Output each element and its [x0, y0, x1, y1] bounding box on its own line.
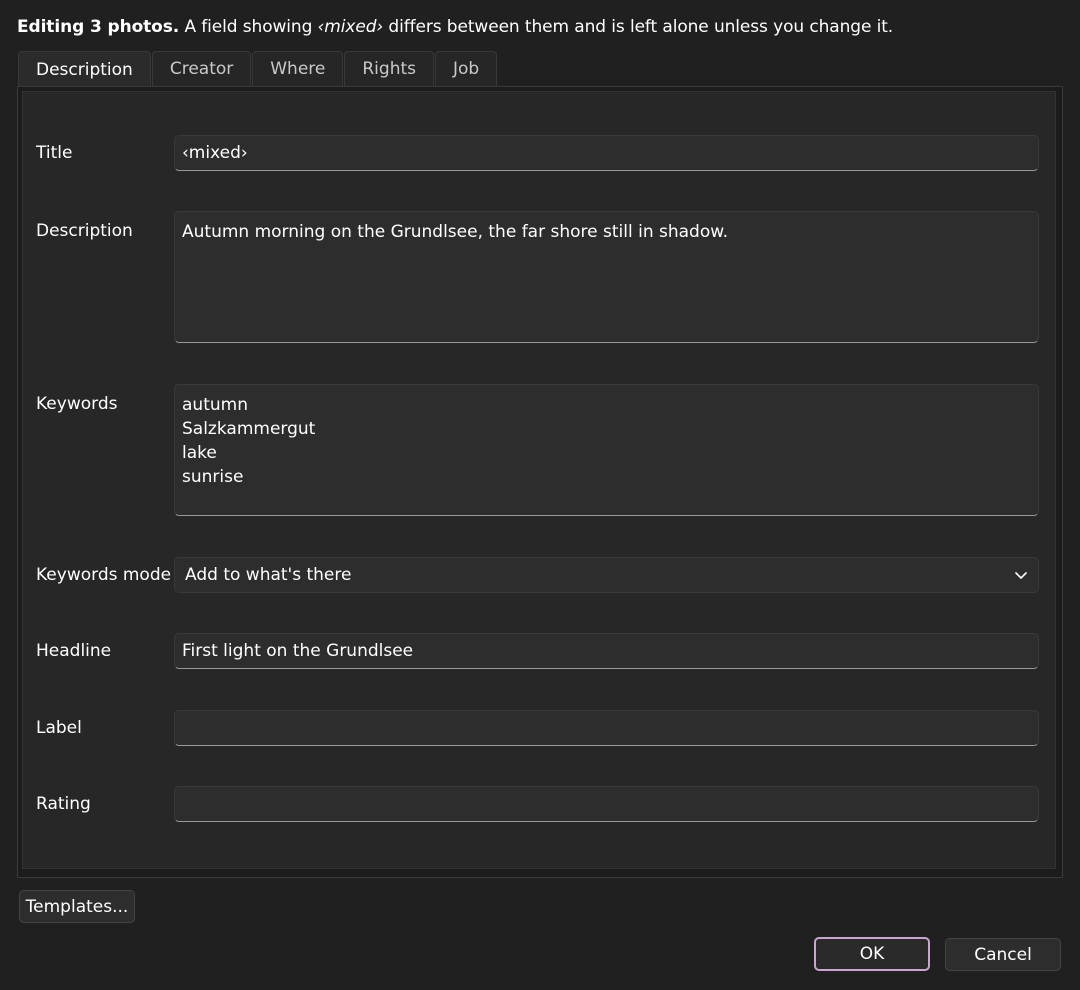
label-label: Label [36, 718, 82, 738]
tab-creator[interactable]: Creator [151, 51, 252, 86]
tab-where[interactable]: Where [252, 51, 344, 86]
tab-rights[interactable]: Rights [344, 51, 434, 86]
tab-description[interactable]: Description [18, 51, 151, 87]
keyword-item: autumn [182, 395, 248, 415]
description-field[interactable]: Autumn morning on the Grundlsee, the far… [174, 211, 1039, 343]
intro-pre: A field showing [179, 17, 318, 37]
tab-bar: Description Creator Where Rights Job [18, 51, 498, 87]
label-field[interactable] [174, 710, 1039, 746]
headline-value: First light on the Grundlsee [182, 641, 414, 661]
ok-button[interactable]: OK [814, 937, 930, 971]
rating-label: Rating [36, 794, 91, 814]
description-value: Autumn morning on the Grundlsee, the far… [182, 222, 728, 242]
cancel-button[interactable]: Cancel [945, 938, 1061, 971]
tab-job[interactable]: Job [435, 51, 498, 86]
intro-post: differs between them and is left alone u… [383, 17, 894, 37]
keyword-item: Salzkammergut [182, 419, 316, 439]
title-value: ‹mixed› [182, 143, 248, 163]
keywords-label: Keywords [36, 394, 118, 414]
title-field[interactable]: ‹mixed› [174, 135, 1039, 171]
templates-button[interactable]: Templates... [19, 890, 135, 923]
keywords-mode-select[interactable]: Add to what's there [174, 557, 1039, 593]
keyword-item: sunrise [182, 467, 244, 487]
intro-bold: Editing 3 photos. [17, 17, 180, 37]
intro-text: Editing 3 photos. A field showing ‹mixed… [17, 17, 893, 37]
chevron-down-icon [1015, 572, 1027, 579]
rating-field[interactable] [174, 786, 1039, 822]
keyword-item: lake [182, 443, 217, 463]
headline-field[interactable]: First light on the Grundlsee [174, 633, 1039, 669]
keywords-mode-value: Add to what's there [185, 565, 352, 585]
description-label: Description [36, 221, 133, 241]
headline-label: Headline [36, 641, 112, 661]
keywords-mode-label: Keywords mode [36, 565, 172, 585]
keywords-field[interactable]: autumn Salzkammergut lake sunrise [174, 384, 1039, 516]
title-label: Title [36, 143, 73, 163]
intro-mixed: ‹mixed› [317, 17, 384, 37]
